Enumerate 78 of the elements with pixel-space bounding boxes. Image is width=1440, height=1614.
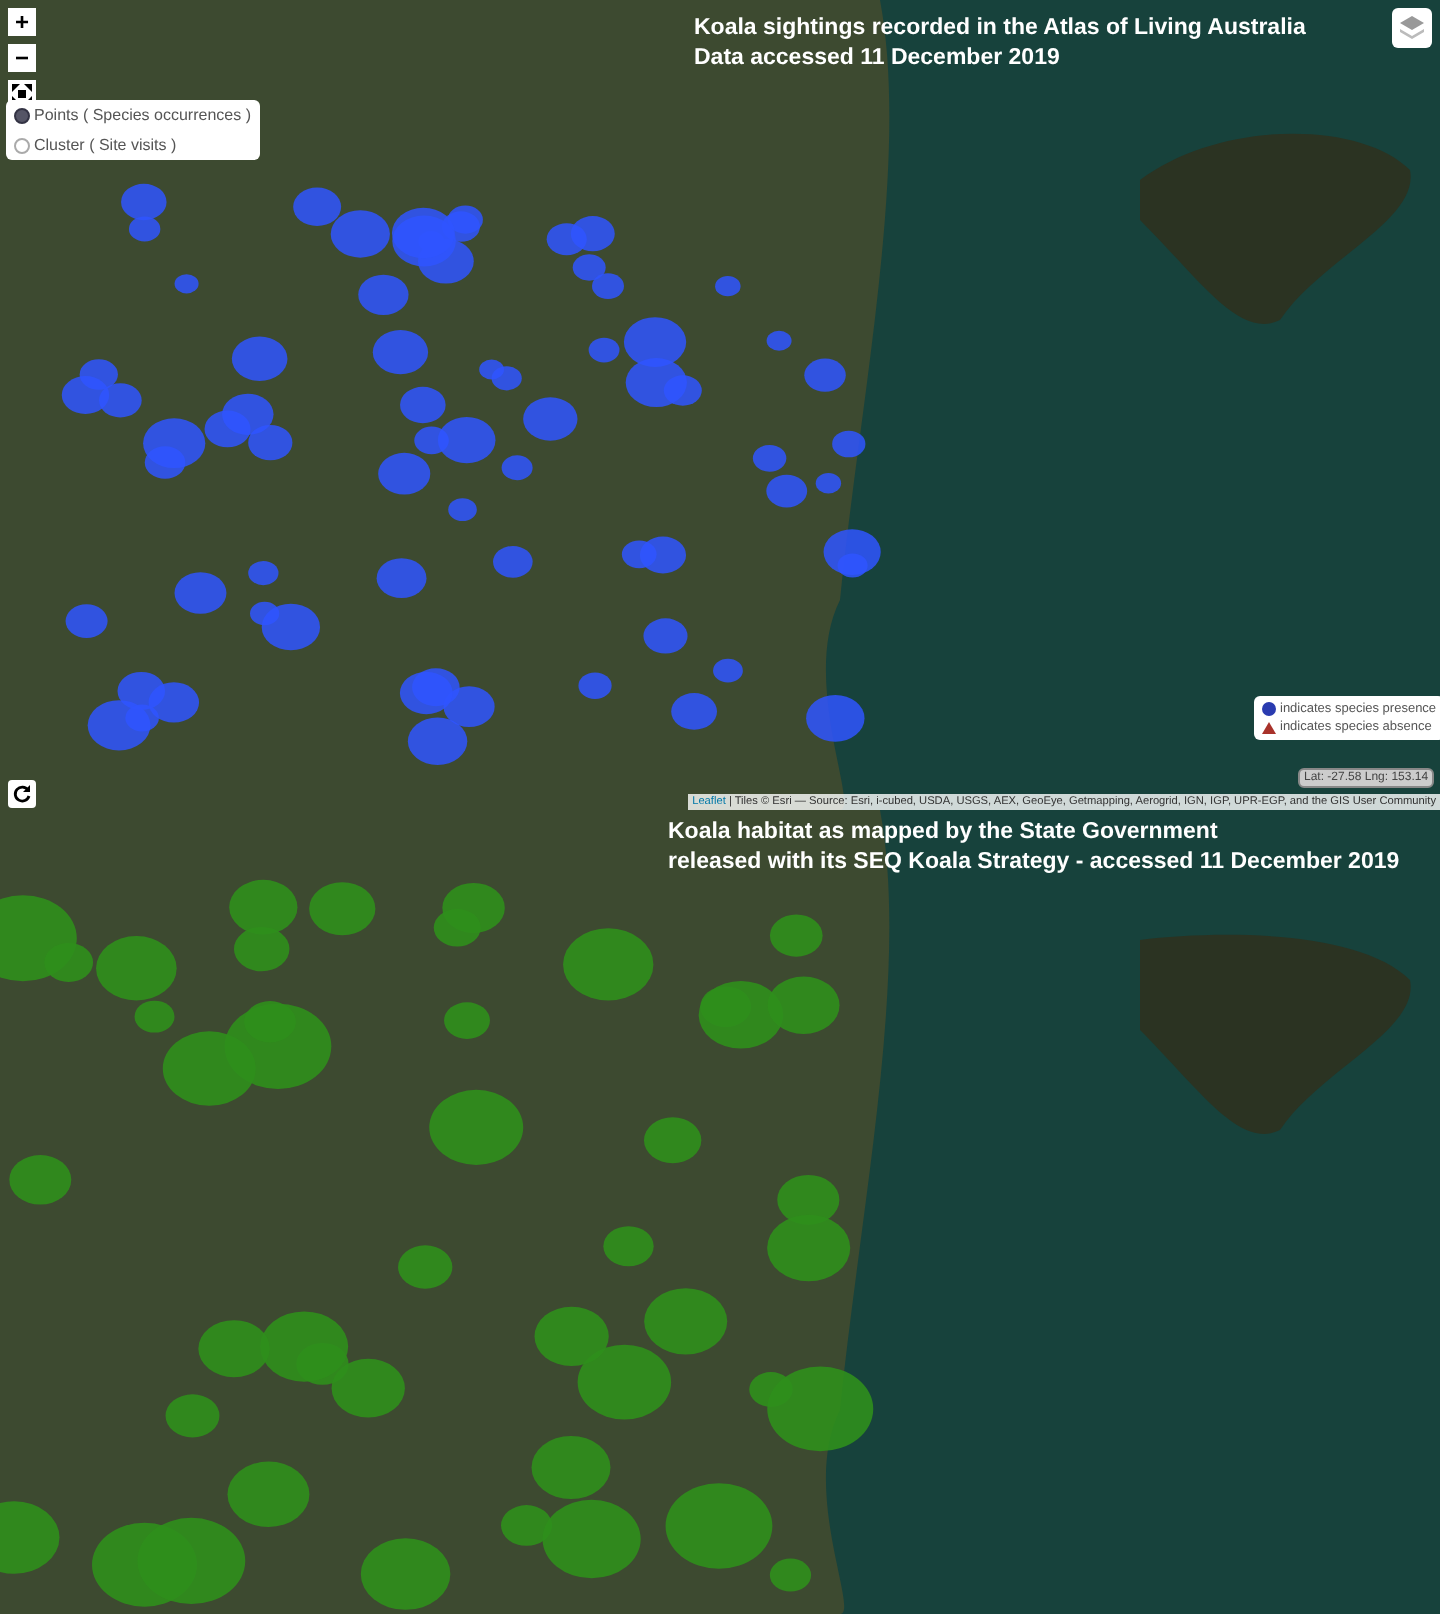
habitat-area [603,1226,654,1267]
zoom-out-button[interactable]: − [8,44,36,72]
sighting-marker [623,317,687,367]
sighting-marker [501,455,533,481]
sighting-marker [222,393,274,435]
habitat-area [769,914,823,957]
sighting-marker [174,572,227,614]
sighting-marker [448,498,477,522]
habitat-area [260,1311,349,1382]
map-title: Koala sightings recorded in the Atlas of Living Australia [694,14,1306,44]
layers-icon [1398,14,1426,42]
layers-button[interactable] [1392,8,1432,48]
habitat-area [165,1394,220,1438]
habitat-area [0,1501,60,1574]
habitat-area [444,1002,490,1039]
sighting-marker [592,273,624,299]
habitat-area [531,1435,611,1500]
habitat-area [233,926,290,972]
habitat-area [644,1117,702,1164]
sighting-marker [832,430,866,458]
sighting-marker [174,274,199,294]
map-title: Data accessed 11 December 2019 [694,44,1062,74]
habitat-area [229,879,298,935]
habitat-area [309,882,376,936]
sighting-marker [766,474,808,508]
sighting-marker [523,397,578,441]
sighting-marker [621,540,657,569]
map-title: Koala habitat as mapped by the State Government [668,818,1220,848]
radio-label[interactable]: Points ( Species occurrences ) [34,106,251,124]
radio-label[interactable]: Cluster ( Site visits ) [34,136,177,154]
sighting-marker [752,444,787,472]
refresh-icon [12,784,32,804]
habitat-area [227,1461,310,1528]
sighting-marker [713,658,743,683]
sighting-marker [248,424,293,461]
sighting-marker [806,694,865,742]
sighting-marker [671,693,717,730]
sighting-marker [443,686,495,728]
habitat-area [644,1288,728,1355]
habitat-area [360,1538,451,1610]
habitat-area [534,1306,609,1367]
sighting-marker [399,671,453,715]
sighting-marker [715,275,741,297]
sighting-marker [493,545,533,578]
sighting-marker [61,376,110,415]
sighting-marker [248,560,279,586]
map-title: released with its SEQ Koala Strategy - accessed 11 December 2019 [668,848,1400,878]
sighting-marker [231,336,288,381]
sighting-marker [643,618,688,654]
sighting-marker [293,187,342,226]
habitat-area [767,976,840,1034]
sighting-marker [407,717,468,765]
habitat-area [198,1320,270,1378]
sighting-marker [65,604,108,638]
sighting-marker [578,672,612,699]
sighting-marker [546,223,587,256]
sighting-marker [588,337,620,363]
sighting-marker [330,210,390,258]
sighting-marker [766,330,792,351]
habitat-area [577,1344,672,1420]
habitat-area [429,1089,524,1165]
refresh-button[interactable] [8,780,36,808]
radio-button[interactable] [14,137,30,153]
habitat-area [398,1245,453,1289]
sighting-marker [815,473,842,494]
sighting-marker [358,274,409,315]
sighting-marker [372,330,429,375]
sighting-marker [400,386,446,424]
habitat-area [9,1155,72,1205]
radio-button[interactable] [14,107,30,123]
zoom-in-button[interactable]: + [8,8,36,36]
sighting-marker [376,558,427,599]
habitat-area [698,981,784,1049]
habitat-area [767,1214,851,1282]
habitat-area [563,928,654,1001]
sighting-marker [479,359,505,380]
sighting-marker [804,358,846,392]
sighting-marker [572,254,606,281]
